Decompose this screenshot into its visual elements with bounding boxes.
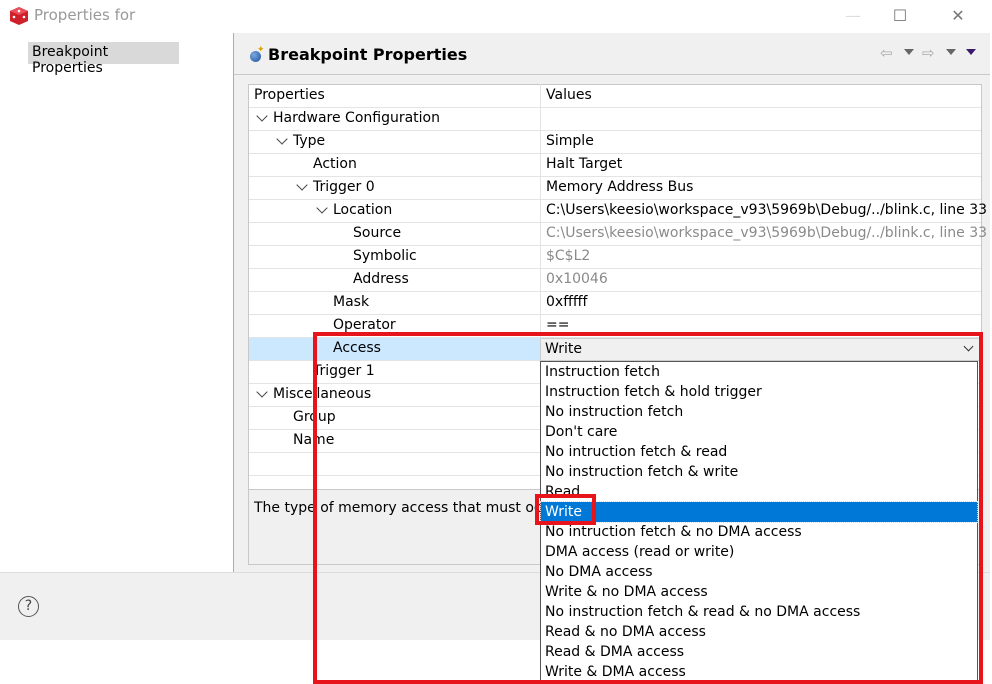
chevron-down-icon[interactable]: [256, 110, 268, 122]
chevron-down-icon[interactable]: [256, 386, 268, 398]
row-name: Symbolic: [353, 248, 417, 264]
row-value: 0x10046: [546, 271, 608, 287]
chevron-down-icon[interactable]: [296, 179, 308, 191]
chevron-down-icon[interactable]: [316, 202, 328, 214]
header-properties: Properties: [254, 87, 325, 103]
table-row[interactable]: Mask 0xfffff: [249, 292, 981, 315]
row-value: Halt Target: [546, 156, 623, 172]
row-name: Trigger 0: [313, 179, 375, 195]
row-value: C:\Users\keesio\workspace_v93\5969b\Debu…: [546, 202, 988, 218]
row-name: Mask: [333, 294, 370, 310]
sidebar: [0, 33, 233, 572]
row-value: $C$L2: [546, 248, 591, 264]
breakpoint-spark-icon: ✦: [257, 45, 265, 55]
row-name: Operator: [333, 317, 396, 333]
view-menu-icon[interactable]: [966, 49, 976, 55]
chevron-down-icon[interactable]: [276, 133, 288, 145]
table-row[interactable]: Hardware Configuration: [249, 108, 981, 131]
row-value: C:\Users\keesio\workspace_v93\5969b\Debu…: [546, 225, 988, 241]
row-name: Action: [313, 156, 357, 172]
row-value: ==: [546, 317, 570, 333]
table-row[interactable]: Action Halt Target: [249, 154, 981, 177]
row-value: 0xfffff: [546, 294, 588, 310]
header-values: Values: [546, 87, 592, 103]
forward-dropdown-icon[interactable]: [946, 49, 956, 55]
table-row[interactable]: Location C:\Users\keesio\workspace_v93\59…: [249, 200, 987, 223]
table-row[interactable]: Type Simple: [249, 131, 981, 154]
row-name: Source: [353, 225, 402, 241]
back-icon[interactable]: ⇦: [880, 44, 893, 62]
row-name: Address: [353, 271, 409, 287]
table-row[interactable]: Address 0x10046: [249, 269, 981, 292]
highlight-annotation: [313, 332, 983, 684]
help-icon[interactable]: ?: [18, 596, 39, 617]
selected-option-annotation: [535, 494, 596, 525]
row-value: Memory Address Bus: [546, 179, 694, 195]
row-name: Hardware Configuration: [273, 110, 440, 126]
row-value: Simple: [546, 133, 594, 149]
row-name: Type: [293, 133, 326, 149]
sidebar-item-breakpoint-properties[interactable]: Breakpoint Properties: [28, 42, 179, 76]
close-button[interactable]: ✕: [935, 4, 981, 28]
table-row[interactable]: Source C:\Users\keesio\workspace_v93\5969…: [249, 223, 987, 246]
table-header: Properties Values: [249, 85, 981, 108]
minimize-button[interactable]: —: [830, 4, 876, 28]
back-dropdown-icon[interactable]: [904, 49, 914, 55]
table-row[interactable]: Symbolic $C$L2: [249, 246, 981, 269]
app-cube-icon: [10, 7, 28, 25]
forward-icon[interactable]: ⇨: [922, 44, 935, 62]
page-title: Breakpoint Properties: [268, 45, 468, 64]
row-name: Location: [333, 202, 393, 218]
maximize-button[interactable]: ☐: [877, 4, 923, 28]
window-title: Properties for: [34, 6, 136, 24]
table-row[interactable]: Trigger 0 Memory Address Bus: [249, 177, 981, 200]
